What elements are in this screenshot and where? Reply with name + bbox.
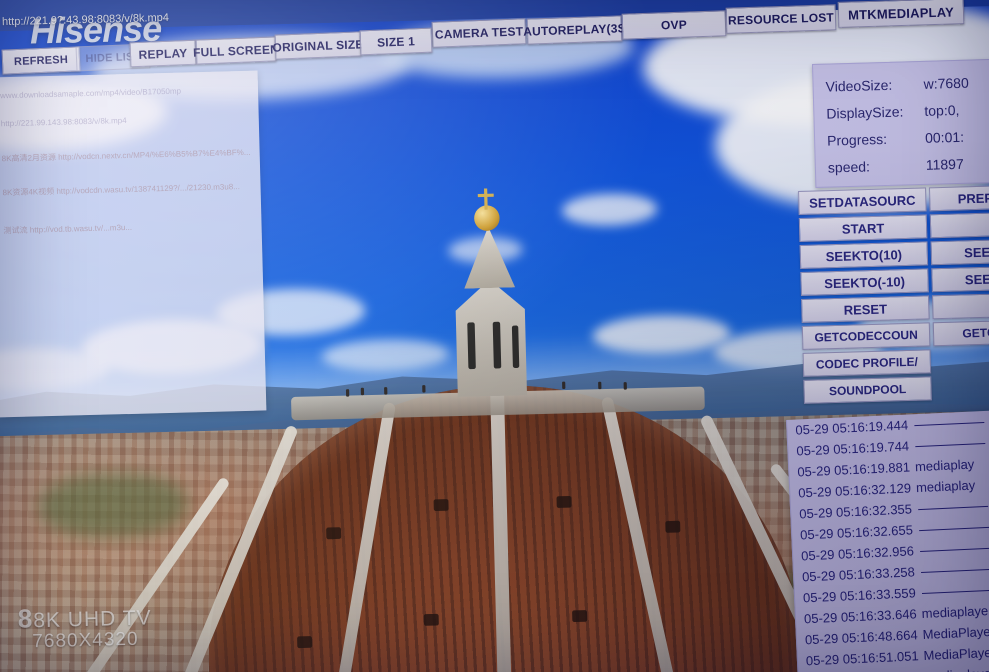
- observer: [361, 388, 364, 395]
- dome-window: [326, 527, 341, 539]
- speed-value: 11897: [926, 156, 964, 173]
- dome-window: [434, 499, 449, 511]
- playlist-item[interactable]: 8K资源4K视频 http://vodcdn.wasu.tv/138741129…: [2, 181, 252, 199]
- lantern-column: [512, 325, 519, 368]
- log-rule: [914, 422, 984, 426]
- log-timestamp: 05-29 05:16:33.258: [802, 564, 915, 584]
- original-size-button[interactable]: ORIGINAL SIZE: [275, 31, 362, 59]
- log-rule: [922, 590, 989, 594]
- playlist-item[interactable]: 测试流 http://vod.tb.wasu.tv/...m3u...: [3, 219, 253, 237]
- log-message: mediaplay: [911, 477, 976, 495]
- displaysize-label: DisplaySize:: [826, 103, 924, 122]
- log-timestamp: 05-29 05:16:33.646: [804, 606, 917, 626]
- log-message: mediaplay: [910, 457, 975, 475]
- seekto-backward-button[interactable]: SEEKTO(-10): [800, 268, 929, 296]
- log-timestamp: 05-29 05:16:32.355: [799, 501, 912, 521]
- log-timestamp: 05-29 05:16:19.744: [796, 438, 909, 458]
- log-message: mediaplaye: [916, 603, 988, 621]
- dome-window: [572, 610, 587, 622]
- getcodeccount-button[interactable]: GETCODECCOUN: [802, 322, 931, 350]
- playlist-item[interactable]: www.downloadsamaple.com/mp4/video/B17050…: [0, 85, 250, 101]
- log-output-panel[interactable]: 05-29 05:16:19.444 05-29 05:16:19.744 05…: [786, 410, 989, 672]
- seekto-forward-button[interactable]: SEEKTO(10): [800, 241, 929, 269]
- size-1-button[interactable]: SIZE 1: [360, 28, 433, 56]
- log-timestamp: 05-29 05:16:51.051: [806, 648, 919, 668]
- video-info-panel: VideoSize: w:7680 DisplaySize: top:0, Pr…: [812, 58, 989, 188]
- dome-window: [665, 521, 680, 533]
- autoreplay-button[interactable]: AUTOREPLAY(3S: [527, 15, 623, 44]
- dome-window: [424, 614, 439, 626]
- log-timestamp: 05-29 05:16:32.956: [801, 543, 914, 563]
- playlist-panel[interactable]: www.downloadsamaple.com/mp4/video/B17050…: [0, 71, 266, 418]
- progress-label: Progress:: [827, 130, 925, 149]
- pause-button[interactable]: PA: [930, 211, 989, 238]
- log-message: MediaPlaye: [918, 645, 989, 663]
- videosize-label: VideoSize:: [825, 76, 923, 95]
- progress-value: 00:01:: [925, 129, 964, 146]
- log-timestamp: 05-29 05:16:19.881: [797, 459, 910, 479]
- getcodec-button[interactable]: GETCOD: [933, 319, 989, 346]
- log-rule: [921, 569, 989, 573]
- codec-profile-button[interactable]: CODEC PROFILE/: [803, 349, 932, 377]
- observer: [624, 382, 627, 389]
- log-message: MediaPlaye: [917, 624, 989, 642]
- log-message: mediaplaye: [919, 666, 989, 672]
- ovp-button[interactable]: OVP: [622, 10, 727, 39]
- log-timestamp: 05-29 05:16:33.559: [803, 585, 916, 605]
- prepare-button[interactable]: PREPAR: [929, 184, 989, 211]
- lantern-column: [467, 322, 476, 369]
- dome-window: [556, 496, 571, 508]
- lantern-column: [493, 322, 502, 369]
- observer: [422, 385, 425, 392]
- seekto-button-4[interactable]: SEEKT: [931, 265, 989, 292]
- log-rule: [919, 527, 989, 531]
- cross-finial: [484, 188, 488, 209]
- camera-test-button[interactable]: CAMERA TEST: [432, 18, 527, 48]
- log-rule: [915, 443, 985, 447]
- resource-lost-button[interactable]: RESOURCE LOST: [726, 4, 837, 33]
- playlist-item[interactable]: 8K高清2月资源 http://vodcn.nextv.cn/MP4/%E6%B…: [2, 147, 252, 165]
- replay-button[interactable]: REPLAY: [130, 40, 197, 68]
- setdatasource-button[interactable]: SETDATASOURC: [798, 187, 927, 215]
- observer: [384, 387, 387, 394]
- playlist-item[interactable]: http://221.99.143.98:8083/v/8k.mp4: [1, 113, 251, 129]
- mtkmediaplay-button[interactable]: MTKMEDIAPLAY: [838, 0, 965, 28]
- displaysize-value: top:0,: [924, 102, 959, 119]
- log-timestamp: 05-29 05:16:32.655: [800, 522, 913, 542]
- start-button[interactable]: START: [799, 214, 928, 242]
- full-screen-button[interactable]: FULL SCREEN: [196, 36, 277, 64]
- dome-window: [297, 636, 312, 648]
- observer: [562, 382, 565, 389]
- speed-label: speed:: [828, 157, 926, 176]
- media-control-panel: SETDATASOURC PREPAR START PA SEEKTO(10) …: [798, 184, 989, 406]
- videosize-value: w:7680: [923, 75, 969, 92]
- release-button[interactable]: RELE: [932, 292, 989, 319]
- log-timestamp: 05-29 05:16:32.129: [798, 480, 911, 500]
- seekto-button-2[interactable]: SEEKT: [930, 238, 989, 265]
- observer: [346, 389, 349, 396]
- refresh-button[interactable]: REFRESH: [2, 46, 81, 74]
- soundpool-button[interactable]: SOUNDPOOL: [803, 376, 932, 404]
- log-timestamp: 05-29 05:16:19.444: [795, 417, 908, 437]
- tv-screen: 88K UHD TV 7680X4320 Hisense http://221.…: [0, 0, 989, 672]
- observer: [598, 382, 601, 389]
- log-rule: [920, 548, 989, 552]
- log-timestamp: 05-29 05:16:48.664: [805, 627, 918, 647]
- reset-button[interactable]: RESET: [801, 295, 930, 323]
- log-rule: [918, 506, 988, 510]
- control-row: SOUNDPOOL: [803, 373, 989, 406]
